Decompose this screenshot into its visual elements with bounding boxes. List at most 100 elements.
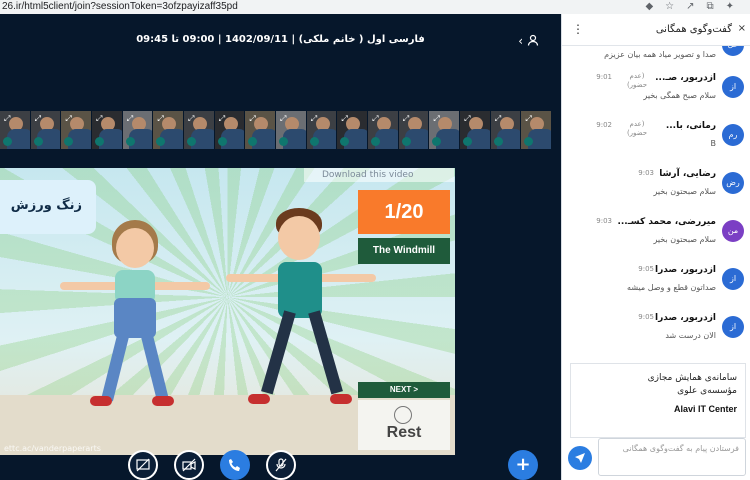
webcam-thumbnail[interactable]: ⤢ [276, 111, 307, 149]
chat-message-list[interactable]: عل صدا و تصویر میاد همه بیان عزیزم از از… [562, 46, 750, 368]
mic-status-icon [371, 137, 381, 146]
actions-plus-button[interactable]: + [508, 450, 538, 480]
expand-icon[interactable]: ⤢ [96, 114, 102, 124]
avatar[interactable]: از [722, 268, 744, 290]
webcam-thumbnail[interactable]: ⤢ [368, 111, 399, 149]
webcam-thumbnail[interactable]: ⤢ [0, 111, 31, 149]
message-time: 9:02 [596, 121, 612, 129]
mic-status-icon [463, 137, 473, 146]
expand-icon[interactable]: ⤢ [4, 114, 10, 124]
message-text: سلام صبح همگی بخیر [643, 91, 716, 100]
webcam-thumbnail[interactable]: ⤢ [460, 111, 491, 149]
webcam-thumbnail[interactable]: ⤢ [30, 111, 62, 149]
expand-icon[interactable]: ⤢ [341, 114, 347, 124]
webcam-thumbnail[interactable]: ⤢ [398, 111, 430, 149]
webcam-thumbnail[interactable]: ⤢ [521, 111, 553, 149]
avatar[interactable]: رم [722, 124, 744, 146]
mic-status-icon [3, 137, 12, 146]
message-text: الان درست شد [665, 331, 716, 340]
send-icon [575, 453, 585, 463]
chevron-left-icon[interactable]: ‹ [518, 34, 523, 48]
exercise-name: The Windmill [358, 238, 450, 264]
screen-share-off-icon [136, 458, 150, 472]
webcam-thumbnail[interactable]: ⤢ [214, 111, 246, 149]
expand-icon[interactable]: ⤢ [433, 114, 439, 124]
avatar[interactable]: من [722, 220, 744, 242]
avatar[interactable]: رض [722, 172, 744, 194]
webcam-thumbnail[interactable]: ⤢ [429, 111, 461, 149]
message-text: سلام صبحتون بخیر [653, 235, 716, 244]
expand-icon[interactable]: ⤢ [311, 114, 317, 124]
webcam-thumbnail[interactable]: ⤢ [153, 111, 185, 149]
meeting-title: فارسی اول ( خانم ملکی) | 1402/09/11 | 09… [136, 34, 425, 45]
address-url[interactable]: 26.ir/html5client/join?sessionToken=3ofz… [2, 0, 238, 14]
mic-status-icon [279, 137, 289, 146]
chat-message: از ازدربور، صـ... (عدم حضور) 9:01 سلام ص… [562, 70, 750, 118]
phone-icon [229, 459, 240, 471]
more-vertical-icon[interactable]: ⋮ [572, 22, 584, 36]
webcam-thumbnail[interactable]: ⤢ [122, 111, 154, 149]
mic-status-icon [401, 137, 411, 146]
expand-icon[interactable]: ⤢ [403, 114, 409, 124]
conference-stage: فارسی اول ( خانم ملکی) | 1402/09/11 | 09… [0, 14, 561, 480]
webcam-thumbnail[interactable]: ⤢ [92, 111, 123, 149]
avatar[interactable]: از [722, 76, 744, 98]
sender-name: ازدربور، صدرا [655, 265, 716, 275]
send-message-button[interactable] [568, 446, 592, 470]
expand-icon[interactable]: ⤢ [219, 114, 225, 124]
welcome-info-card: سامانه‌ی همایش مجازی مؤسسه‌ی علوی Alavi … [570, 363, 746, 438]
webcam-strip[interactable]: ⤢ ⤢ ⤢ ⤢ ⤢ ⤢ ⤢ ⤢ ⤢ ⤢ ⤢ ⤢ ⤢ ⤢ ⤢ ⤢ ⤢ ⤢ [0, 111, 553, 149]
chat-message-input[interactable]: فرستادن پیام به گفت‌وگوی همگانی [598, 438, 746, 476]
close-icon[interactable]: × [738, 23, 746, 34]
girl-figure [60, 220, 210, 406]
video-footer-url: ettc.ac/vanderpaperarts [4, 444, 101, 453]
expand-icon[interactable]: ⤢ [495, 114, 501, 124]
chat-message: من میررضی، محمد کسـ... 9:03 سلام صبحتون … [562, 214, 750, 262]
message-text: سلام صبحتون بخیر [653, 187, 716, 196]
camera-button[interactable] [174, 450, 204, 480]
presence-status: (عدم حضور) [626, 120, 648, 137]
download-video-link[interactable]: Download this video [304, 168, 454, 182]
expand-icon[interactable]: ⤢ [188, 114, 194, 124]
message-time: 9:05 [638, 313, 654, 321]
expand-icon[interactable]: ⤢ [65, 114, 71, 124]
webcam-thumbnail[interactable]: ⤢ [337, 111, 369, 149]
avatar[interactable]: از [722, 316, 744, 338]
expand-icon[interactable]: ⤢ [464, 114, 470, 124]
message-text: صداتون قطع و وصل میشه [627, 283, 716, 292]
boy-figure [226, 208, 376, 404]
screen-share-button[interactable] [128, 450, 158, 480]
next-label: NEXT > [358, 382, 450, 398]
mic-status-icon [493, 137, 503, 146]
chat-header: × گفت‌وگوی همگانی ⋮ [562, 14, 750, 46]
webcam-thumbnail[interactable]: ⤢ [61, 111, 93, 149]
chat-message: رض رضایی، آرشا 9:03 سلام صبحتون بخیر [562, 166, 750, 214]
shared-video[interactable]: زنگ ورزش Download this video 1/20 The Wi… [0, 168, 455, 455]
expand-icon[interactable]: ⤢ [280, 114, 286, 124]
browser-toolbar-icons[interactable]: ◆☆↗⧉✦ [645, 0, 746, 14]
expand-icon[interactable]: ⤢ [157, 114, 163, 124]
chat-message: رم رمانی، با... (عدم حضور) 9:02 B [562, 118, 750, 166]
chat-message: از ازدربور، صدرا 9:05 صداتون قطع و وصل م… [562, 262, 750, 310]
rep-counter: 1/20 [358, 190, 450, 234]
expand-icon[interactable]: ⤢ [372, 114, 378, 124]
chat-message: از ازدربور، صدرا 9:05 الان درست شد [562, 310, 750, 358]
user-list-icon[interactable] [527, 34, 539, 49]
mic-status-icon [33, 137, 43, 146]
message-text: صدا و تصویر میاد همه بیان عزیزم [604, 50, 716, 59]
expand-icon[interactable]: ⤢ [249, 114, 255, 124]
rest-panel: Rest [358, 400, 450, 450]
expand-icon[interactable]: ⤢ [127, 114, 133, 124]
webcam-thumbnail[interactable]: ⤢ [306, 111, 338, 149]
mic-off-icon [275, 458, 287, 472]
info-line-3: Alavi IT Center [673, 404, 737, 414]
browser-address-bar[interactable]: 26.ir/html5client/join?sessionToken=3ofz… [0, 0, 750, 14]
webcam-thumbnail[interactable]: ⤢ [245, 111, 277, 149]
webcam-thumbnail[interactable]: ⤢ [184, 111, 215, 149]
expand-icon[interactable]: ⤢ [525, 114, 531, 124]
audio-phone-button[interactable] [220, 450, 250, 480]
mute-button[interactable] [266, 450, 296, 480]
webcam-thumbnail[interactable]: ⤢ [490, 111, 522, 149]
avatar[interactable]: عل [722, 46, 744, 56]
expand-icon[interactable]: ⤢ [35, 114, 41, 124]
